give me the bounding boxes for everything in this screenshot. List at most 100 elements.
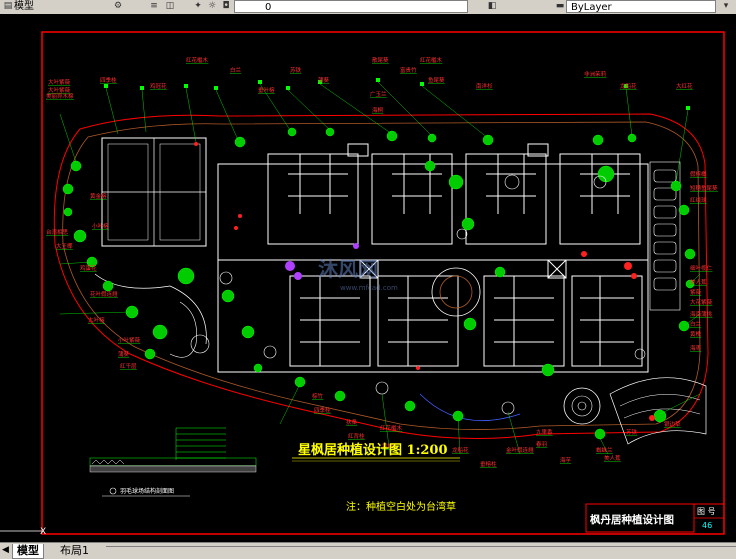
title-block: 枫丹居种植设计图 图 号 46 bbox=[585, 503, 724, 533]
plant-label: 美人蕉 bbox=[604, 454, 621, 462]
workspace-fragment: 模型 bbox=[14, 1, 34, 12]
plant-label: 大叶紫薇 bbox=[48, 86, 71, 94]
plant-label: 蒲葵 bbox=[118, 350, 130, 358]
tab-first-arrow-icon[interactable]: ◀ bbox=[2, 545, 9, 555]
plant-label: 白兰 bbox=[690, 320, 702, 328]
plant-label: 海芋 bbox=[560, 456, 572, 464]
watermark: 沐风网 www.mfcad.com bbox=[318, 257, 398, 292]
plant-label: 鸡冠花 bbox=[150, 82, 167, 90]
plant-label: 黄金榕 bbox=[90, 192, 107, 200]
plant-label: 海桐 bbox=[372, 106, 384, 114]
plant-label: 垂榕柱 bbox=[480, 460, 497, 468]
white-shrub-symbols bbox=[190, 174, 646, 415]
plant-label: 台湾相思 bbox=[46, 228, 69, 236]
plant-label: 短穗鱼尾葵 bbox=[690, 184, 718, 192]
plant-label: 红千层 bbox=[120, 362, 137, 370]
plant-label: 红花檵木 bbox=[380, 424, 403, 432]
plant-label: 龙船花 bbox=[452, 446, 469, 454]
plant-label: 黄槐 bbox=[690, 330, 702, 338]
title-block-name: 枫丹居种植设计图 bbox=[590, 513, 674, 526]
plant-label: 垂叶榕 bbox=[258, 86, 275, 94]
plant-label: 美人蕉 bbox=[690, 278, 707, 286]
layer-manager-icon[interactable]: ▤ bbox=[2, 1, 14, 12]
layer-name: 0 bbox=[265, 2, 272, 13]
drawing-number: 46 bbox=[702, 521, 712, 530]
layer-dropdown[interactable]: 0 bbox=[234, 0, 468, 13]
plant-label: 银边草 bbox=[664, 420, 681, 428]
drawing-svg: X 大叶紫薇四季桂鸡冠花红花檵木白兰垂叶榕苏铁蒲葵散尾葵富贵竹鱼尾葵广玉兰海桐红… bbox=[0, 31, 725, 537]
plant-label: 四季桂 bbox=[100, 76, 117, 84]
plant-labels-right: 假槟榔短穗鱼尾葵红绒球细叶榄仁美人蕉紫薇大花紫薇海南蒲桃白兰黄槐海枣 bbox=[690, 170, 718, 352]
plant-label: 小叶紫薇 bbox=[118, 336, 141, 344]
layer-previous-icon[interactable]: ◫ bbox=[164, 1, 176, 12]
plant-labels-left: 大叶紫薇美丽异木棉黄金榕小叶榕台湾相思大王椰鸡蛋花花叶假连翘大叶榕小叶紫薇蒲葵红… bbox=[46, 78, 141, 370]
plant-label: 细叶榄仁 bbox=[690, 264, 713, 272]
plant-label: 九里香 bbox=[536, 428, 553, 436]
lightbulb-icon[interactable]: ✦ bbox=[192, 1, 204, 12]
color-control-icon[interactable]: ◧ bbox=[486, 1, 498, 12]
linetype-dropdown[interactable]: ByLayer bbox=[566, 0, 716, 13]
drawing-number-label: 图 号 bbox=[697, 507, 716, 516]
tennis-courts bbox=[101, 137, 207, 247]
plant-label: 苏铁 bbox=[290, 66, 302, 74]
court-section-detail: 羽毛球场结构剖面图 bbox=[89, 427, 257, 497]
plant-label: 蜘蛛兰 bbox=[596, 446, 613, 454]
plant-label: 白兰 bbox=[230, 66, 242, 74]
water-feature bbox=[419, 393, 521, 422]
plant-label: 紫薇 bbox=[690, 288, 702, 296]
plant-label: 海南蒲桃 bbox=[690, 310, 713, 318]
horizontal-scrollbar[interactable] bbox=[106, 546, 736, 557]
label-markers bbox=[104, 78, 690, 110]
plant-label: 大叶紫薇 bbox=[48, 78, 71, 86]
watermark-text: 沐风网 bbox=[318, 257, 378, 281]
plant-label: 散尾葵 bbox=[372, 56, 389, 64]
plant-label: 非洲茉莉 bbox=[584, 70, 607, 78]
plant-label: 南洋杉 bbox=[476, 82, 493, 90]
plant-label: 大花紫薇 bbox=[690, 298, 713, 306]
lock-icon[interactable]: ◘ bbox=[220, 1, 232, 12]
layer-states-icon[interactable]: ≡ bbox=[148, 1, 160, 12]
plant-label: 海枣 bbox=[690, 344, 702, 352]
tab-layout1[interactable]: 布局1 bbox=[56, 544, 93, 558]
cad-toolbar: ▤ 模型 ⚙ ≡ ◫ ✦ ☼ ◘ 0 ◧ ByLayer ▬ ▾ bbox=[0, 0, 736, 15]
plant-label: 四季桂 bbox=[314, 406, 331, 414]
plant-label: 红花檵木 bbox=[186, 56, 209, 64]
plant-label: 假槟榔 bbox=[690, 170, 707, 178]
layout-tab-bar: ◀ 模型 布局1 bbox=[0, 542, 736, 559]
red-flower-symbols bbox=[194, 142, 655, 421]
sun-icon[interactable]: ☼ bbox=[206, 1, 218, 12]
plant-label: 大叶榕 bbox=[88, 316, 105, 324]
plant-label: 小叶榕 bbox=[92, 222, 109, 230]
plant-label: 扶桑 bbox=[346, 418, 358, 426]
linetype-value: ByLayer bbox=[571, 2, 612, 13]
plant-label: 红背桂 bbox=[348, 432, 365, 440]
plant-label: 鱼尾葵 bbox=[428, 76, 445, 84]
plant-label: 棕竹 bbox=[312, 392, 324, 400]
residential-building bbox=[217, 143, 649, 373]
drawing-canvas[interactable]: X 大叶紫薇 四季桂 鸡冠花 红花檵木 白兰 垂叶榕 苏铁 蒲葵 散尾葵 富贵竹… bbox=[0, 14, 736, 542]
watermark-url: www.mfcad.com bbox=[340, 284, 398, 292]
drawing-note: 注：种植空白处为台湾草 bbox=[346, 500, 456, 513]
drawing-title: 星枫居种植设计图 1:200 bbox=[298, 442, 448, 458]
plant-label: 龙船花 bbox=[620, 82, 637, 90]
plant-label: 苏铁 bbox=[626, 428, 638, 436]
plant-label: 广玉兰 bbox=[370, 90, 387, 98]
plant-labels-top: 大叶紫薇 四季桂鸡冠花 红花檵木白兰垂叶榕 苏铁蒲葵 散尾葵富贵竹鱼尾葵广玉兰海桐 红花檵… bbox=[48, 56, 693, 114]
ucs-x-label: X bbox=[40, 527, 46, 537]
plant-label: 富贵竹 bbox=[400, 66, 417, 74]
dropdown-arrow-icon[interactable]: ▾ bbox=[720, 1, 732, 12]
plant-label: 鸡蛋花 bbox=[80, 264, 97, 272]
plant-label: 美丽异木棉 bbox=[46, 92, 74, 100]
plant-label: 花叶假连翘 bbox=[90, 290, 118, 298]
plant-label: 红花檵木 bbox=[420, 56, 443, 64]
plant-label: 春羽 bbox=[536, 440, 547, 448]
detail-caption: 羽毛球场结构剖面图 bbox=[120, 487, 174, 495]
plant-label: 红绒球 bbox=[690, 196, 707, 204]
plant-label: 金叶假连翘 bbox=[506, 446, 534, 454]
tab-model[interactable]: 模型 bbox=[12, 544, 44, 559]
linetype-preview-icon: ▬ bbox=[555, 1, 565, 11]
plant-label: 蒲葵 bbox=[318, 76, 330, 84]
plant-label: 大王椰 bbox=[56, 242, 73, 250]
plant-label: 大红花 bbox=[676, 82, 693, 90]
settings-icon[interactable]: ⚙ bbox=[112, 1, 124, 12]
